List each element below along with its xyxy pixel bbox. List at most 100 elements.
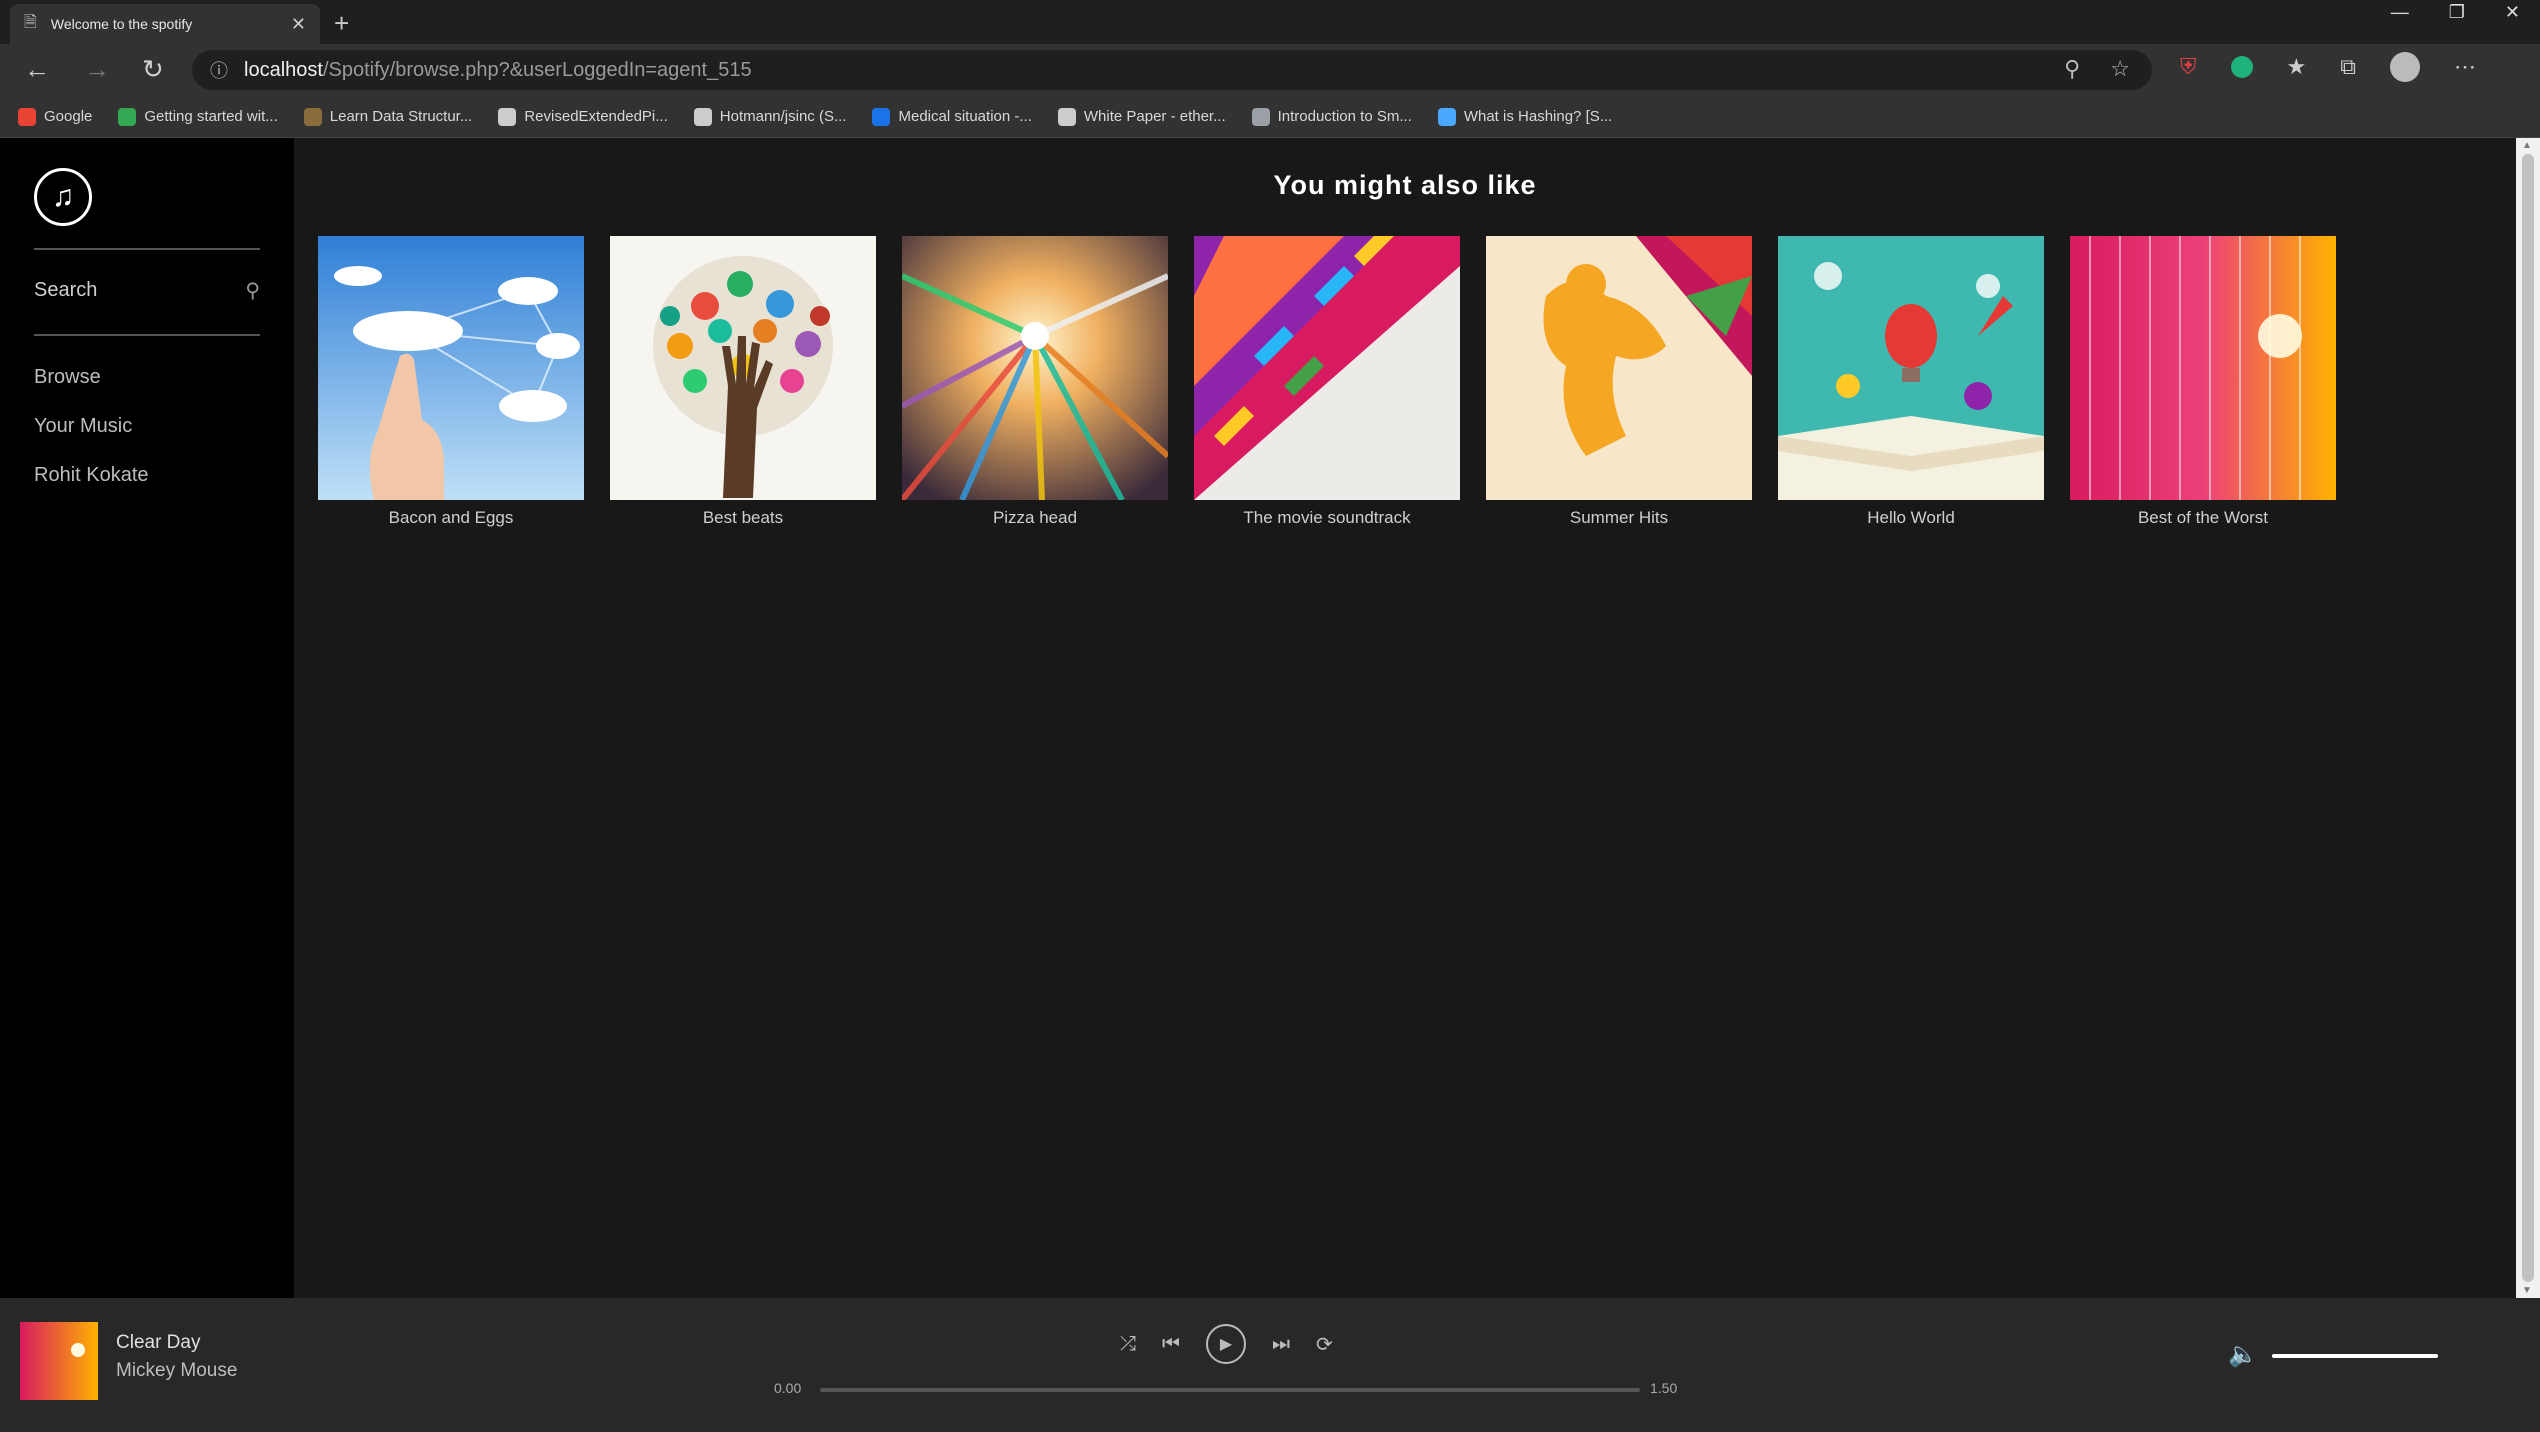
bookmark-item[interactable]: White Paper - ether...: [1057, 107, 1226, 126]
album-card[interactable]: Pizza head: [902, 236, 1168, 528]
now-playing-bar: Clear Day Mickey Mouse ⤮ ⏮ ▶ ⏭ ⟳ 0.00 1.…: [0, 1298, 2540, 1432]
bookmarks-bar: Google Getting started wit... Learn Data S…: [0, 96, 2540, 138]
repeat-icon[interactable]: ⟳: [1316, 1332, 1333, 1357]
album-title[interactable]: Best of the Worst: [2138, 508, 2268, 528]
scrollbar-thumb[interactable]: [2522, 154, 2534, 1282]
sidebar: ♫ ⚲ Browse Your Music Rohit Kokate: [0, 138, 294, 1298]
bookmark-item[interactable]: Medical situation -...: [872, 107, 1032, 126]
bookmark-favicon-icon: [1437, 107, 1456, 126]
sidebar-item-profile[interactable]: Rohit Kokate: [34, 464, 149, 487]
shield-extension-icon[interactable]: ⛨: [2180, 54, 2197, 80]
search-container: ⚲: [34, 278, 260, 303]
profile-avatar[interactable]: [2389, 52, 2420, 82]
page-title: You might also like: [1273, 170, 1537, 200]
album-cover[interactable]: [1778, 236, 2044, 500]
navigation-bar: ← → ↻ ⓘ localhost/Spotify/browse.php?&us…: [0, 44, 2540, 96]
forward-icon[interactable]: →: [84, 54, 110, 85]
logo-icon[interactable]: ♫: [34, 168, 92, 226]
sidebar-item-browse[interactable]: Browse: [34, 366, 149, 389]
playback-controls: ⤮ ⏮ ▶ ⏭ ⟳: [1120, 1324, 1333, 1364]
album-title[interactable]: Pizza head: [993, 508, 1077, 528]
favorites-icon[interactable]: ★: [2287, 54, 2307, 80]
bookmark-favicon-icon: [693, 107, 712, 126]
bookmark-item[interactable]: Introduction to Sm...: [1251, 107, 1412, 126]
scroll-up-icon[interactable]: ▲: [2522, 140, 2532, 151]
url-text: localhost/Spotify/browse.php?&userLogged…: [244, 59, 752, 82]
bookmark-label: White Paper - ether...: [1083, 108, 1226, 125]
page-scrollbar[interactable]: ▲ ▼: [2516, 138, 2540, 1298]
scroll-down-icon[interactable]: ▼: [2522, 1285, 2532, 1296]
album-cover[interactable]: [2070, 236, 2336, 500]
close-tab-icon[interactable]: ✕: [291, 14, 306, 35]
close-window-icon[interactable]: ✕: [2505, 2, 2520, 23]
time-total: 1.50: [1650, 1380, 1678, 1396]
refresh-icon[interactable]: ↻: [142, 54, 164, 85]
bookmark-item[interactable]: Getting started wit...: [118, 107, 278, 126]
album-title[interactable]: Bacon and Eggs: [389, 508, 514, 528]
bookmark-item[interactable]: Hotmann/jsinc (S...: [693, 107, 847, 126]
previous-icon[interactable]: ⏮: [1162, 1333, 1180, 1356]
zoom-icon[interactable]: ⚲: [2064, 56, 2080, 82]
minimize-icon[interactable]: —: [2391, 2, 2409, 23]
bookmark-favicon-icon: [872, 107, 891, 126]
browser-tab[interactable]: 🗎 Welcome to the spotify ✕: [10, 4, 320, 44]
search-icon[interactable]: ⚲: [245, 278, 260, 303]
album-card[interactable]: Best beats: [610, 236, 876, 528]
bookmark-label: Hotmann/jsinc (S...: [719, 108, 847, 125]
album-title[interactable]: Hello World: [1867, 508, 1955, 528]
now-playing-artwork[interactable]: [20, 1322, 98, 1400]
album-card[interactable]: Bacon and Eggs: [318, 236, 584, 528]
search-input[interactable]: [34, 279, 214, 302]
new-tab-icon[interactable]: +: [334, 8, 349, 39]
sidebar-divider: [34, 334, 260, 336]
extensions: ⛨ ★ ⧉ ⋯: [2180, 52, 2476, 82]
album-title[interactable]: Best beats: [703, 508, 783, 528]
bookmark-item[interactable]: Learn Data Structur...: [303, 107, 472, 126]
grammarly-extension-icon[interactable]: [2230, 56, 2253, 78]
volume-slider[interactable]: [2272, 1354, 2438, 1358]
bookmark-favicon-icon: [1057, 107, 1076, 126]
main-content: You might also like Bacon and Eggs Best …: [294, 138, 2516, 1298]
bookmark-item[interactable]: Google: [18, 107, 93, 126]
more-menu-icon[interactable]: ⋯: [2454, 54, 2476, 80]
bookmark-favicon-icon: [18, 107, 36, 126]
album-grid: Bacon and Eggs Best beats Pizza head The…: [318, 236, 2336, 528]
track-title[interactable]: Clear Day: [116, 1332, 200, 1354]
bookmark-label: Google: [44, 108, 93, 125]
album-cover[interactable]: [1486, 236, 1752, 500]
shuffle-icon[interactable]: ⤮: [1120, 1333, 1136, 1356]
sidebar-divider: [34, 248, 260, 250]
sidebar-item-your-music[interactable]: Your Music: [34, 415, 149, 438]
album-card[interactable]: Summer Hits: [1486, 236, 1752, 528]
next-icon[interactable]: ⏭: [1272, 1333, 1290, 1356]
album-cover[interactable]: [1194, 236, 1460, 500]
bookmark-favicon-icon: [498, 107, 517, 126]
bookmark-item[interactable]: RevisedExtendedPi...: [498, 107, 668, 126]
bookmark-item[interactable]: What is Hashing? [S...: [1437, 107, 1612, 126]
bookmark-favicon-icon: [303, 107, 322, 126]
volume-icon[interactable]: 🔈: [2228, 1340, 2258, 1369]
album-card[interactable]: The movie soundtrack: [1194, 236, 1460, 528]
tab-bar: 🗎 Welcome to the spotify ✕ + — ❐ ✕: [0, 0, 2540, 44]
info-icon[interactable]: ⓘ: [210, 57, 228, 83]
album-card[interactable]: Hello World: [1778, 236, 2044, 528]
progress-bar[interactable]: [820, 1388, 1640, 1392]
restore-icon[interactable]: ❐: [2449, 2, 2465, 23]
time-current: 0.00: [774, 1380, 802, 1396]
album-cover[interactable]: [318, 236, 584, 500]
back-icon[interactable]: ←: [24, 54, 50, 85]
address-bar[interactable]: ⓘ localhost/Spotify/browse.php?&userLogg…: [192, 50, 2152, 90]
album-card[interactable]: Best of the Worst: [2070, 236, 2336, 528]
bookmark-label: RevisedExtendedPi...: [524, 108, 668, 125]
album-title[interactable]: Summer Hits: [1570, 508, 1668, 528]
album-cover[interactable]: [610, 236, 876, 500]
bookmark-label: Getting started wit...: [144, 108, 278, 125]
url-path: /Spotify/browse.php?&userLoggedIn=agent_…: [322, 58, 752, 81]
play-icon[interactable]: ▶: [1206, 1324, 1246, 1364]
window-controls: — ❐ ✕: [2391, 2, 2520, 23]
favorite-star-icon[interactable]: ☆: [2110, 56, 2130, 82]
collections-icon[interactable]: ⧉: [2340, 54, 2356, 80]
album-cover[interactable]: [902, 236, 1168, 500]
track-artist[interactable]: Mickey Mouse: [116, 1360, 237, 1382]
album-title[interactable]: The movie soundtrack: [1243, 508, 1410, 528]
